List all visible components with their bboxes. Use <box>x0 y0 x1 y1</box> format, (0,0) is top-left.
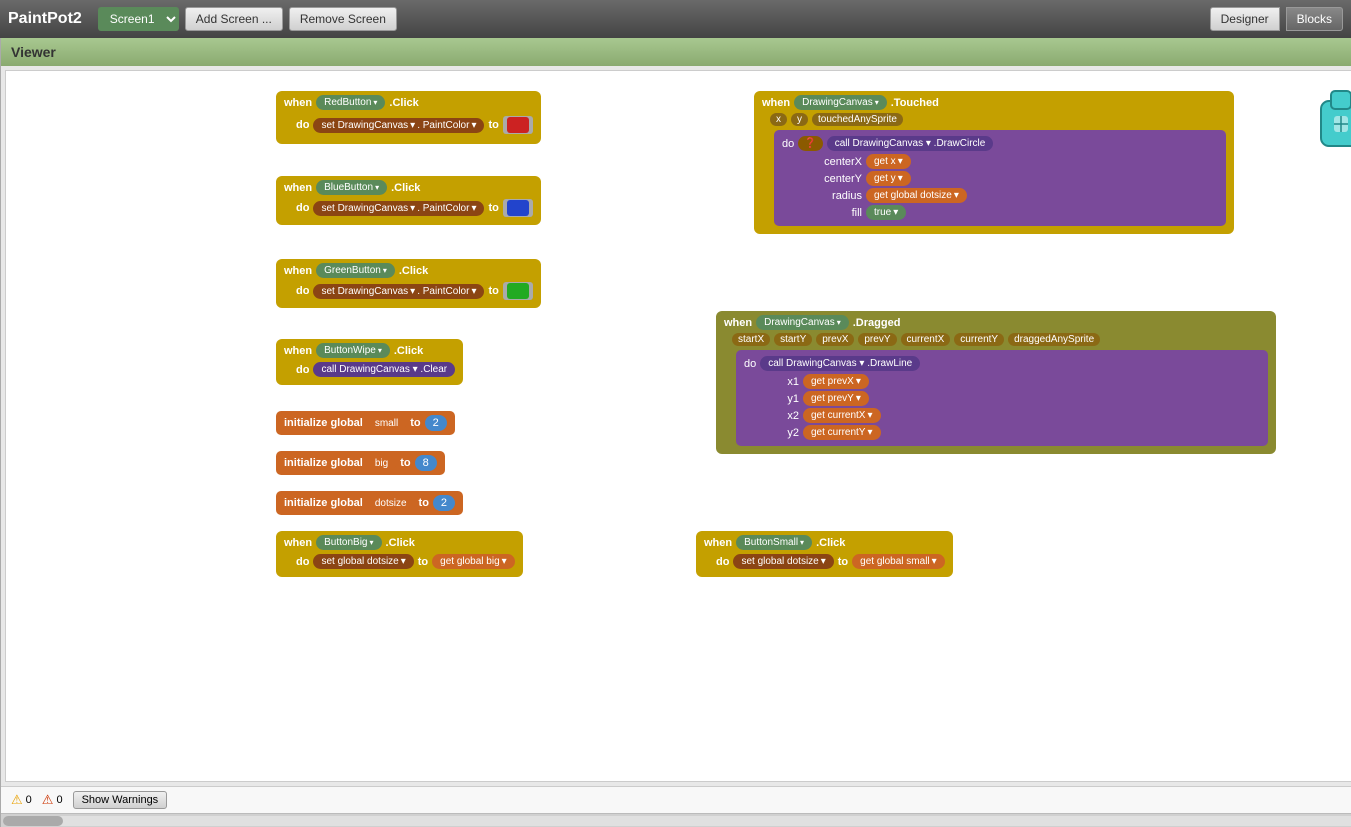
dotsize-var: dotsize <box>367 496 415 511</box>
dc-dragged-component[interactable]: DrawingCanvas ▾ <box>756 315 849 330</box>
set-drawingcanvas-paintcolor[interactable]: set DrawingCanvas ▾ . PaintColor ▾ <box>313 118 484 133</box>
get-global-big[interactable]: get global big ▾ <box>432 554 515 569</box>
green-button-component[interactable]: GreenButton ▾ <box>316 263 395 278</box>
blue-button-component[interactable]: BlueButton ▾ <box>316 180 387 195</box>
red-button-when-block[interactable]: when RedButton ▾ .Click do set DrawingCa… <box>276 91 541 144</box>
main-layout: Blocks ▼ Built-in Control Logic Math Te <box>0 38 1351 827</box>
get-global-dotsize[interactable]: get global dotsize ▾ <box>866 188 967 203</box>
small-value: 2 <box>425 415 447 431</box>
drawingcanvas-touched-block[interactable]: when DrawingCanvas ▾ .Touched x y touche… <box>754 91 1234 234</box>
set-global-dotsize[interactable]: set global dotsize ▾ <box>313 554 413 569</box>
screen-dropdown[interactable]: Screen1 <box>98 7 179 31</box>
scroll-thumb[interactable] <box>3 816 63 826</box>
param-y: y <box>791 113 808 126</box>
dc-touched-component[interactable]: DrawingCanvas ▾ <box>794 95 887 110</box>
designer-button[interactable]: Designer <box>1210 7 1280 31</box>
buttonbig-component[interactable]: ButtonBig ▾ <box>316 535 381 550</box>
remove-screen-button[interactable]: Remove Screen <box>289 7 397 31</box>
get-prevX[interactable]: get prevX ▾ <box>803 374 869 389</box>
warning-icon: ⚠ <box>11 792 23 808</box>
viewer-canvas[interactable]: when RedButton ▾ .Click do set DrawingCa… <box>5 70 1351 782</box>
init-small-block[interactable]: initialize global small to 2 <box>276 411 455 435</box>
green-color-block <box>507 283 529 299</box>
buttonsmall-component[interactable]: ButtonSmall ▾ <box>736 535 812 550</box>
get-currentX[interactable]: get currentX ▾ <box>803 408 881 423</box>
call-dc-drawline[interactable]: call DrawingCanvas ▾ .DrawLine <box>760 356 920 371</box>
param-draggedAnySprite: draggedAnySprite <box>1008 333 1100 346</box>
get-global-small[interactable]: get global small ▾ <box>852 554 945 569</box>
horizontal-scrollbar[interactable] <box>1 813 1351 827</box>
buttonsmall-when-block[interactable]: when ButtonSmall ▾ .Click do set global … <box>696 531 953 577</box>
init-big-inner: initialize global big to 8 <box>276 451 445 475</box>
warning-item: ⚠ 0 <box>11 792 32 808</box>
true-pill[interactable]: true ▾ <box>866 205 906 220</box>
small-var: small <box>367 416 406 431</box>
buttonwipe-component[interactable]: ButtonWipe ▾ <box>316 343 390 358</box>
add-screen-button[interactable]: Add Screen ... <box>185 7 283 31</box>
get-currentY[interactable]: get currentY ▾ <box>803 425 881 440</box>
buttonbig-when-block[interactable]: when ButtonBig ▾ .Click do set global do… <box>276 531 523 577</box>
get-x[interactable]: get x ▾ <box>866 154 911 169</box>
topbar: PaintPot2 Screen1 Add Screen ... Remove … <box>0 0 1351 38</box>
big-value: 8 <box>415 455 437 471</box>
backpack-icon <box>1306 81 1351 151</box>
param-x: x <box>770 113 787 126</box>
set-drawingcanvas-paintcolor-blue[interactable]: set DrawingCanvas ▾ . PaintColor ▾ <box>313 201 484 216</box>
blue-button-when-block[interactable]: when BlueButton ▾ .Click do set DrawingC… <box>276 176 541 225</box>
viewer: Viewer when <box>1 38 1351 827</box>
scroll-track <box>3 816 1351 826</box>
error-icon: ⚠ <box>42 792 54 808</box>
get-prevY[interactable]: get prevY ▾ <box>803 391 869 406</box>
blue-color-block <box>507 200 529 216</box>
warning-bar: ⚠ 0 ⚠ 0 Show Warnings <box>1 786 1351 813</box>
param-startY: startY <box>774 333 812 346</box>
param-currentY: currentY <box>954 333 1004 346</box>
param-prevX: prevX <box>816 333 854 346</box>
green-button-when-block[interactable]: when GreenButton ▾ .Click do set Drawing… <box>276 259 541 308</box>
param-currentX: currentX <box>901 333 951 346</box>
buttonwipe-when-block[interactable]: when ButtonWipe ▾ .Click do call Drawing… <box>276 339 463 385</box>
blocks-button[interactable]: Blocks <box>1286 7 1343 31</box>
init-big-block[interactable]: initialize global big to 8 <box>276 451 445 475</box>
init-dotsize-inner: initialize global dotsize to 2 <box>276 491 463 515</box>
init-small-inner: initialize global small to 2 <box>276 411 455 435</box>
warning-count: 0 <box>26 794 32 806</box>
get-y[interactable]: get y ▾ <box>866 171 911 186</box>
dotsize-value: 2 <box>433 495 455 511</box>
blocks-area: when RedButton ▾ .Click do set DrawingCa… <box>6 71 1351 782</box>
red-color-block <box>507 117 529 133</box>
show-warnings-button[interactable]: Show Warnings <box>73 791 168 809</box>
param-startX: startX <box>732 333 770 346</box>
app-title: PaintPot2 <box>8 10 82 28</box>
set-drawingcanvas-paintcolor-green[interactable]: set DrawingCanvas ▾ . PaintColor ▾ <box>313 284 484 299</box>
call-drawingcanvas-clear[interactable]: call DrawingCanvas ▾ .Clear <box>313 362 455 377</box>
set-global-dotsize-small[interactable]: set global dotsize ▾ <box>733 554 833 569</box>
big-var: big <box>367 456 396 471</box>
error-item: ⚠ 0 <box>42 792 63 808</box>
init-dotsize-block[interactable]: initialize global dotsize to 2 <box>276 491 463 515</box>
drawingcanvas-dragged-block[interactable]: when DrawingCanvas ▾ .Dragged startX sta… <box>716 311 1276 454</box>
red-button-component[interactable]: RedButton ▾ <box>316 95 385 110</box>
error-count: 0 <box>56 794 62 806</box>
param-touched-any-sprite: touchedAnySprite <box>812 113 903 126</box>
call-dc-drawcircle[interactable]: call DrawingCanvas ▾ .DrawCircle <box>827 136 994 151</box>
viewer-header: Viewer <box>1 38 1351 66</box>
param-prevY: prevY <box>858 333 896 346</box>
